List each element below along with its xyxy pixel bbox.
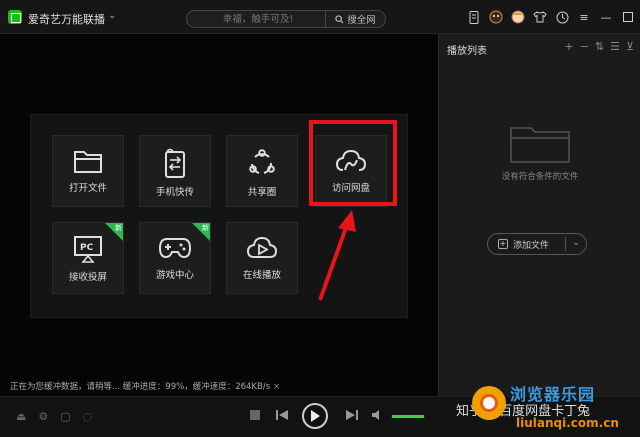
tool-icon[interactable]: ⚙: [38, 410, 48, 423]
clock-icon[interactable]: [554, 9, 570, 25]
previous-icon: [276, 410, 288, 420]
browser-park-brand: 浏览器乐园: [510, 385, 596, 404]
tile-label: 游戏中心: [155, 270, 194, 281]
tile-game-center[interactable]: 游戏中心 新: [139, 222, 211, 294]
share-circle-icon: [249, 149, 275, 174]
collapse-icon[interactable]: ⊻: [626, 40, 634, 53]
add-icon[interactable]: +: [564, 40, 573, 53]
play-icon: [311, 410, 320, 422]
add-file-label: 添加文件: [513, 240, 550, 251]
search-button-label: 搜全网: [347, 15, 376, 26]
tile-label: 手机快传: [155, 187, 194, 198]
empty-playlist-text: 没有符合条件的文件: [501, 172, 579, 182]
remove-icon[interactable]: −: [580, 40, 589, 53]
empty-folder-icon: [510, 127, 570, 163]
title-bar: 爱奇艺万能联播 ⌄ 搜全网 ≡ —: [0, 0, 640, 34]
bubble-icon[interactable]: ◌: [83, 410, 93, 423]
buffer-status-text: 正在为您缓冲数据，请稍等... 缓冲进度：99%，缓冲速度：264KB/s: [10, 382, 271, 392]
play-button[interactable]: [302, 403, 328, 429]
tile-receive-cast[interactable]: PC 接收投屏 新: [52, 222, 124, 294]
stop-icon: [250, 410, 260, 420]
online-play-icon: [246, 236, 278, 258]
app-logo-icon[interactable]: [8, 10, 22, 24]
divider: [565, 237, 566, 251]
add-file-button[interactable]: + 添加文件 ⌄: [487, 233, 587, 255]
folder-icon: [74, 151, 102, 173]
new-badge-text: 新: [115, 224, 122, 232]
search-icon: [335, 14, 344, 24]
tile-share-circle[interactable]: 共享圈: [226, 135, 298, 207]
speaker-icon: [372, 410, 379, 420]
tile-label: 接收投屏: [68, 272, 107, 283]
search-button[interactable]: 搜全网: [325, 11, 385, 27]
stop-button[interactable]: [250, 410, 260, 420]
annotation-arrow-icon: [318, 210, 356, 301]
previous-button[interactable]: [276, 410, 288, 420]
playlist-sidebar: 播放列表 + − ⇅ ☰ ⊻ 没有符合条件的文件 + 添加文件 ⌄: [438, 34, 640, 396]
annotation-highlight-box: [309, 120, 397, 206]
tile-open-file[interactable]: 打开文件: [52, 135, 124, 207]
character-avatar-icon[interactable]: [488, 9, 504, 25]
titlebar-icons: ≡ —: [466, 9, 636, 25]
eject-icon[interactable]: ⏏: [16, 410, 26, 423]
bottom-left-tools: ⏏ ⚙ ▢ ◌: [16, 410, 92, 423]
minimize-icon[interactable]: —: [598, 9, 614, 25]
svg-text:PC: PC: [80, 243, 94, 253]
app-title[interactable]: 爱奇艺万能联播: [28, 11, 105, 27]
chevron-down-icon[interactable]: ⌄: [108, 10, 116, 21]
phone-transfer-icon: [165, 148, 185, 178]
buffer-status: 正在为您缓冲数据，请稍等... 缓冲进度：99%，缓冲速度：264KB/s ×: [10, 380, 280, 392]
tile-label: 打开文件: [68, 183, 107, 194]
tile-label: 在线播放: [242, 270, 281, 281]
tile-online-play[interactable]: 在线播放: [226, 222, 298, 294]
phone-icon[interactable]: [466, 9, 482, 25]
gamepad-icon: [158, 238, 192, 259]
next-icon: [346, 410, 358, 420]
list-mode-icon[interactable]: ☰: [610, 40, 620, 53]
plus-icon: +: [498, 239, 508, 249]
new-badge-text: 新: [202, 224, 209, 232]
tile-phone-transfer[interactable]: 手机快传: [139, 135, 211, 207]
volume-button[interactable]: [372, 409, 384, 421]
chevron-down-icon[interactable]: ⌄: [572, 238, 580, 248]
playlist-toolbar: + − ⇅ ☰ ⊻: [564, 40, 634, 53]
volume-slider[interactable]: [392, 415, 424, 418]
close-icon[interactable]: ×: [273, 382, 280, 392]
maximize-icon[interactable]: [620, 9, 636, 25]
menu-icon[interactable]: ≡: [576, 9, 592, 25]
search-box: 搜全网: [186, 10, 386, 28]
skin-tshirt-icon[interactable]: [532, 9, 548, 25]
browser-park-url: liulanqi.com.cn: [516, 416, 619, 430]
tile-label: 共享圈: [247, 187, 277, 198]
chat-icon[interactable]: ▢: [60, 410, 70, 423]
next-button[interactable]: [346, 410, 358, 420]
pc-cast-icon: PC: [74, 236, 102, 263]
search-input[interactable]: [195, 11, 321, 27]
sort-icon[interactable]: ⇅: [595, 40, 604, 53]
character-avatar-icon[interactable]: [510, 9, 526, 25]
browser-park-logo-icon: [472, 386, 506, 420]
playlist-title: 播放列表: [447, 46, 487, 57]
